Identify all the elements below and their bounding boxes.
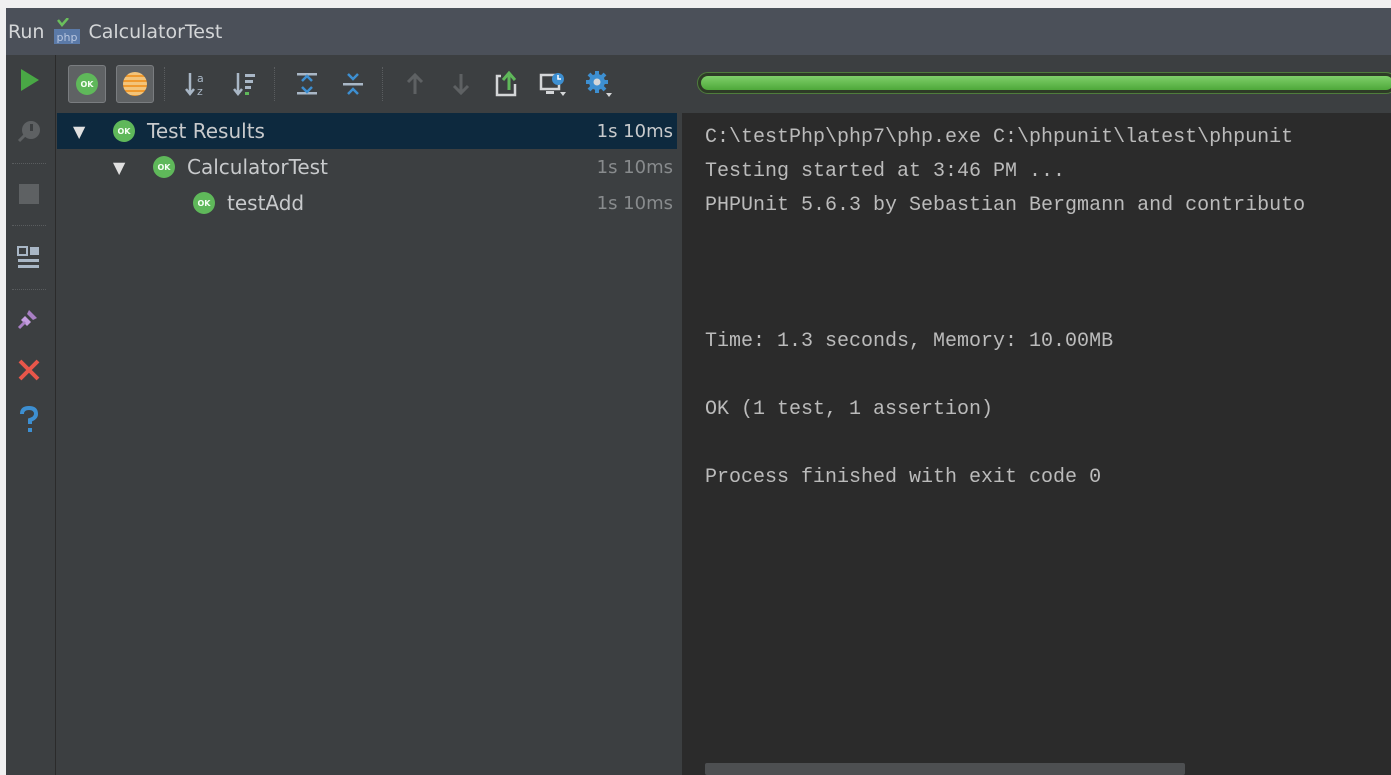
test-progress-fill — [701, 76, 1391, 90]
show-passed-icon: OK — [76, 73, 98, 95]
collapse-all-icon — [343, 73, 363, 95]
rerun-failed-button[interactable] — [10, 113, 48, 151]
svg-text:z: z — [197, 85, 203, 98]
import-results-icon — [539, 73, 566, 96]
sort-alphabetically-icon: a z — [185, 72, 204, 98]
expand-arrow-icon[interactable]: ▼ — [113, 158, 125, 177]
console-line: OK (1 test, 1 assertion) — [705, 398, 994, 421]
tree-row-duration: 1s 10ms — [596, 156, 673, 178]
stop-button[interactable] — [10, 175, 48, 213]
console-line: Time: 1.3 seconds, Memory: 10.00MB — [705, 330, 1114, 353]
show-ignored-button[interactable] — [116, 65, 154, 103]
show-ignored-icon — [123, 72, 147, 96]
run-label: Run — [8, 20, 45, 43]
tree-row-test-add[interactable]: OK testAdd 1s 10ms — [57, 185, 677, 221]
toolbar-separator — [12, 163, 46, 164]
sort-by-duration-icon — [233, 73, 255, 97]
toolbar-separator — [12, 225, 46, 226]
expand-all-icon — [297, 73, 317, 95]
settings-icon — [586, 71, 612, 97]
console-output[interactable]: C:\testPhp\php7\php.exe C:\phpunit\lates… — [683, 113, 1391, 775]
toolbar-separator — [164, 67, 165, 101]
sort-by-duration-button[interactable] — [226, 65, 264, 103]
test-results-tree[interactable]: ▼ OK Test Results 1s 10ms ▼ OK Calculato… — [57, 113, 677, 775]
close-button[interactable] — [10, 351, 48, 389]
tree-row-duration: 1s 10ms — [596, 192, 673, 214]
close-icon — [18, 359, 40, 381]
test-progress-bar — [697, 72, 1391, 94]
console-line: C:\testPhp\php7\php.exe C:\phpunit\lates… — [705, 126, 1294, 149]
layout-icon — [17, 246, 39, 268]
tree-row-label: CalculatorTest — [187, 155, 328, 179]
toolbar-separator — [274, 67, 275, 101]
run-configuration-name[interactable]: CalculatorTest — [88, 21, 222, 43]
test-passed-icon: OK — [193, 192, 215, 214]
pin-icon — [17, 310, 37, 330]
expand-all-button[interactable] — [288, 65, 326, 103]
console-line: Process finished with exit code 0 — [705, 466, 1102, 489]
test-results-toolbar: OK a z — [56, 55, 1391, 113]
pin-tab-button[interactable] — [10, 299, 48, 337]
collapse-all-button[interactable] — [334, 65, 372, 103]
tree-row-label: Test Results — [147, 119, 265, 143]
settings-button[interactable] — [580, 65, 618, 103]
tree-row-duration: 1s 10ms — [596, 120, 673, 142]
layout-button[interactable] — [10, 238, 48, 276]
php-config-icon: php — [52, 16, 82, 46]
toolbar-separator — [382, 67, 383, 101]
test-passed-icon: OK — [153, 156, 175, 178]
rerun-button[interactable] — [10, 61, 48, 99]
expand-arrow-icon[interactable]: ▼ — [73, 122, 85, 141]
tree-row-test-results[interactable]: ▼ OK Test Results 1s 10ms — [57, 113, 677, 149]
run-title-bar: Run php CalculatorTest — [6, 8, 1391, 55]
tree-row-label: testAdd — [227, 191, 305, 215]
window-frame: Run php CalculatorTest OK a z ▼ OK Test … — [0, 0, 1391, 775]
toolbar-separator — [12, 289, 46, 290]
horizontal-scrollbar[interactable] — [705, 763, 1185, 775]
import-results-button[interactable] — [534, 65, 572, 103]
help-icon — [20, 405, 39, 432]
help-button[interactable] — [10, 401, 48, 439]
previous-failed-button[interactable] — [396, 65, 434, 103]
test-passed-icon: OK — [113, 120, 135, 142]
stop-icon — [19, 184, 39, 204]
show-passed-button[interactable]: OK — [68, 65, 106, 103]
run-tool-window: Run php CalculatorTest OK a z ▼ OK Test … — [6, 8, 1391, 775]
rerun-failed-icon — [17, 121, 40, 143]
rerun-icon — [21, 69, 39, 91]
next-failed-icon — [452, 74, 470, 96]
next-failed-button[interactable] — [442, 65, 480, 103]
svg-text:php: php — [57, 31, 78, 44]
console-line: Testing started at 3:46 PM ... — [705, 160, 1066, 183]
console-line: PHPUnit 5.6.3 by Sebastian Bergmann and … — [705, 194, 1306, 217]
export-results-icon — [495, 70, 517, 97]
vertical-toolbar — [6, 55, 56, 775]
export-results-button[interactable] — [488, 65, 526, 103]
previous-failed-icon — [406, 72, 424, 94]
sort-alphabetically-button[interactable]: a z — [178, 65, 216, 103]
tree-row-calculator-test[interactable]: ▼ OK CalculatorTest 1s 10ms — [57, 149, 677, 185]
svg-text:a: a — [197, 72, 204, 85]
